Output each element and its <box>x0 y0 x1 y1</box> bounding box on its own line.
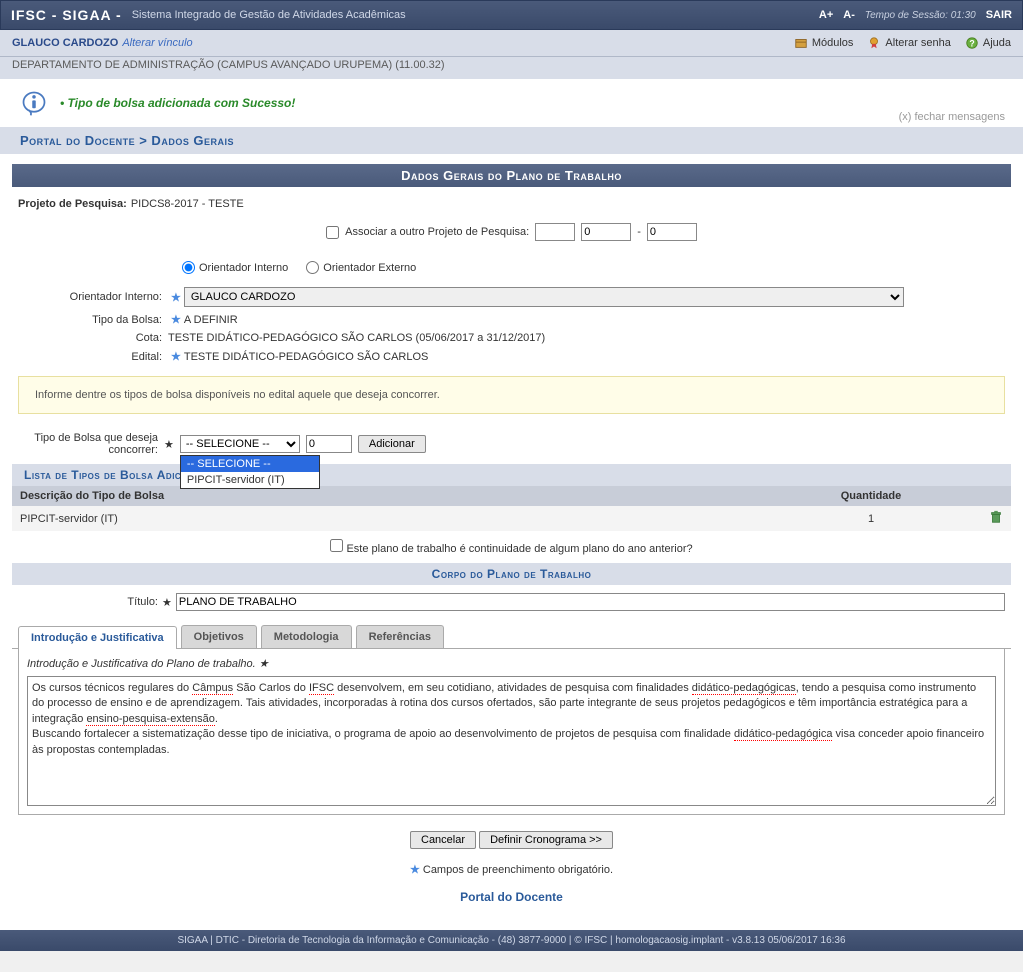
tab-metodologia[interactable]: Metodologia <box>261 625 352 648</box>
dropdown-option[interactable]: -- SELECIONE -- <box>181 456 319 472</box>
projeto-label: Projeto de Pesquisa: <box>18 198 127 210</box>
edital-value: TESTE DIDÁTICO-PEDAGÓGICO SÃO CARLOS <box>184 351 428 363</box>
exit-button[interactable]: SAIR <box>986 9 1012 21</box>
user-name: GLAUCO CARDOZO <box>12 37 118 49</box>
projeto-value: PIDCS8-2017 - TESTE <box>131 198 244 210</box>
info-box: Informe dentre os tipos de bolsa disponí… <box>18 376 1005 414</box>
orient-interno-label: Orientador Interno: <box>18 291 168 303</box>
tipo-concorrer-qty-input[interactable] <box>306 435 352 453</box>
assoc-label: Associar a outro Projeto de Pesquisa: <box>345 226 529 238</box>
help-button[interactable]: ? Ajuda <box>965 36 1011 50</box>
titulo-label: Título: <box>18 596 158 608</box>
introducao-textarea[interactable]: Os cursos técnicos regulares do Câmpus S… <box>27 676 996 806</box>
modules-button[interactable]: Módulos <box>794 36 854 50</box>
cell-qty: 1 <box>771 506 971 531</box>
required-star: ★ <box>171 291 181 304</box>
tab-objetivos[interactable]: Objetivos <box>181 625 257 648</box>
success-message-box: • Tipo de bolsa adicionada com Sucesso! … <box>0 79 1023 127</box>
col-qty: Quantidade <box>771 486 971 506</box>
cota-value: TESTE DIDÁTICO-PEDAGÓGICO SÃO CARLOS (05… <box>168 332 545 344</box>
svg-text:?: ? <box>969 39 974 49</box>
col-desc: Descrição do Tipo de Bolsa <box>12 486 771 506</box>
department-label: DEPARTAMENTO DE ADMINISTRAÇÃO (CAMPUS AV… <box>0 57 1023 79</box>
top-bar: IFSC - SIGAA - Sistema Integrado de Gest… <box>0 0 1023 30</box>
assoc-field-2[interactable] <box>581 223 631 241</box>
required-star: ★ <box>162 596 172 609</box>
trash-icon[interactable] <box>989 510 1003 524</box>
footer: SIGAA | DTIC - Diretoria de Tecnologia d… <box>0 930 1023 951</box>
tab-introducao[interactable]: Introdução e Justificativa <box>18 626 177 649</box>
corpo-header: Corpo do Plano de Trabalho <box>12 563 1011 585</box>
table-row: PIPCIT-servidor (IT) 1 <box>12 506 1011 531</box>
session-time-label: Tempo de Sessão: 01:30 <box>865 10 976 21</box>
tipo-concorrer-label: Tipo de Bolsa que deseja concorrer: <box>18 432 158 456</box>
edital-label: Edital: <box>18 351 168 363</box>
cancelar-button[interactable]: Cancelar <box>410 831 476 849</box>
close-message-button[interactable]: (x) fechar mensagens <box>899 111 1005 123</box>
orient-externo-radio[interactable]: Orientador Externo <box>306 261 416 274</box>
orient-interno-radio[interactable]: Orientador Interno <box>182 261 288 274</box>
required-star: ★ <box>171 350 181 363</box>
tipo-bolsa-value: A DEFINIR <box>184 314 238 326</box>
orient-interno-select[interactable]: GLAUCO CARDOZO <box>184 287 904 307</box>
required-star: ★ <box>171 313 181 326</box>
assoc-sep: - <box>637 226 641 238</box>
help-icon: ? <box>965 36 979 50</box>
tab-sublabel: Introdução e Justificativa do Plano de t… <box>27 657 996 670</box>
cell-desc: PIPCIT-servidor (IT) <box>12 506 771 531</box>
system-short-name: IFSC - SIGAA - <box>11 7 122 23</box>
continuidade-checkbox[interactable]: Este plano de trabalho é continuidade de… <box>330 543 692 555</box>
required-star: ★ <box>164 438 174 451</box>
info-icon <box>20 89 48 117</box>
section-header: Dados Gerais do Plano de Trabalho <box>12 164 1011 187</box>
ribbon-icon <box>867 36 881 50</box>
assoc-field-1[interactable] <box>535 223 575 241</box>
assoc-field-3[interactable] <box>647 223 697 241</box>
change-link-button[interactable]: Alterar vínculo <box>122 37 192 49</box>
font-increase-button[interactable]: A+ <box>819 9 833 21</box>
tab-referencias[interactable]: Referências <box>356 625 444 648</box>
tab-content: Introdução e Justificativa do Plano de t… <box>18 649 1005 815</box>
required-note: ★ Campos de preenchimento obrigatório. <box>12 857 1011 882</box>
cota-label: Cota: <box>18 332 168 344</box>
cronograma-button[interactable]: Definir Cronograma >> <box>479 831 613 849</box>
tipo-bolsa-label: Tipo da Bolsa: <box>18 314 168 326</box>
user-bar: GLAUCO CARDOZO Alterar vínculo Módulos A… <box>0 30 1023 57</box>
assoc-checkbox[interactable] <box>326 226 339 239</box>
success-message-text: • Tipo de bolsa adicionada com Sucesso! <box>60 96 295 110</box>
tipo-concorrer-select[interactable]: -- SELECIONE -- <box>180 435 300 453</box>
adicionar-button[interactable]: Adicionar <box>358 435 426 453</box>
box-icon <box>794 36 808 50</box>
lista-header: Lista de Tipos de Bolsa Adicionadas <box>12 464 1011 486</box>
titulo-input[interactable] <box>176 593 1005 611</box>
tabs: Introdução e Justificativa Objetivos Met… <box>12 625 1011 649</box>
tipo-concorrer-dropdown: -- SELECIONE -- PIPCIT-servidor (IT) <box>180 455 320 489</box>
breadcrumb: Portal do Docente > Dados Gerais <box>0 127 1023 154</box>
dropdown-option[interactable]: PIPCIT-servidor (IT) <box>181 472 319 488</box>
portal-docente-link[interactable]: Portal do Docente <box>460 890 563 904</box>
system-full-name: Sistema Integrado de Gestão de Atividade… <box>132 9 406 21</box>
change-password-button[interactable]: Alterar senha <box>867 36 950 50</box>
font-decrease-button[interactable]: A- <box>843 9 855 21</box>
bolsa-table: Descrição do Tipo de Bolsa Quantidade PI… <box>12 486 1011 531</box>
